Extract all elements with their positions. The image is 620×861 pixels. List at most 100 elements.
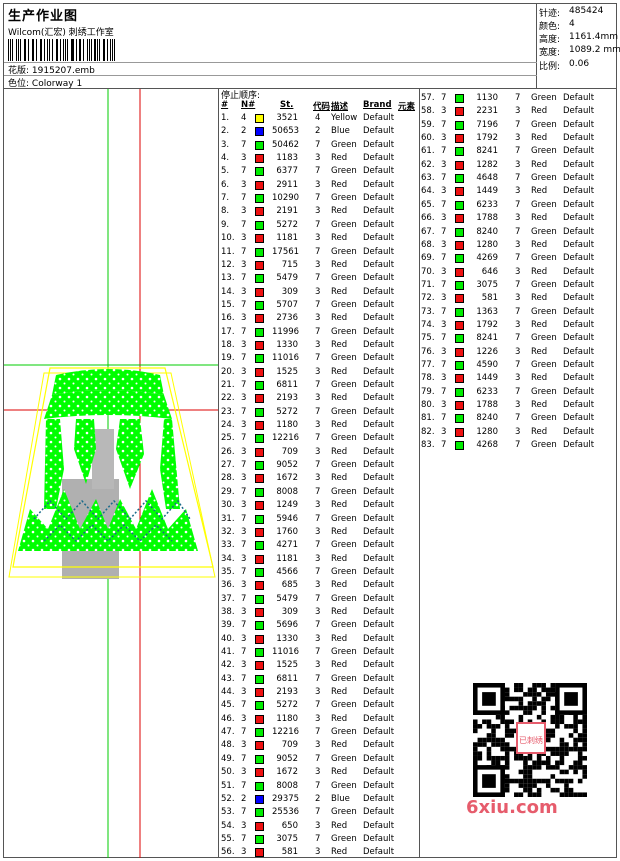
row-brand: Default xyxy=(563,146,595,156)
qr-module xyxy=(545,687,551,693)
row-index: 32. xyxy=(221,527,235,537)
row-stitches: 5479 xyxy=(276,273,298,283)
row-code: 7 xyxy=(315,620,321,630)
qr-module xyxy=(495,714,501,720)
qr-module xyxy=(527,783,533,788)
qr-module xyxy=(573,724,578,729)
row-stitches: 8240 xyxy=(476,413,498,423)
row-needle: 7 xyxy=(441,440,447,450)
row-description: Red xyxy=(331,340,348,350)
row-description: Red xyxy=(531,400,548,410)
row-brand: Default xyxy=(363,634,395,644)
row-needle: 7 xyxy=(441,120,447,130)
row-brand: Default xyxy=(363,380,395,390)
row-brand: Default xyxy=(363,674,395,684)
row-description: Green xyxy=(331,781,357,791)
row-needle: 3 xyxy=(441,240,447,250)
row-code: 3 xyxy=(315,260,321,270)
qr-module xyxy=(555,765,560,770)
row-stitches: 6233 xyxy=(476,387,498,397)
row-index: 19. xyxy=(221,353,235,363)
row-stitches: 3075 xyxy=(276,834,298,844)
qr-module xyxy=(509,778,515,784)
row-code: 3 xyxy=(315,580,321,590)
color-swatch xyxy=(255,167,264,176)
qr-module xyxy=(559,719,565,725)
qr-module xyxy=(523,760,528,766)
row-description: Red xyxy=(531,293,548,303)
row-needle: 7 xyxy=(241,807,247,817)
row-index: 59. xyxy=(421,120,435,130)
row-stitches: 8008 xyxy=(276,487,298,497)
color-swatch xyxy=(255,555,264,564)
row-stitches: 50462 xyxy=(272,140,300,150)
row-brand: Default xyxy=(563,267,595,277)
row-stitches: 5696 xyxy=(276,620,298,630)
row-code: 3 xyxy=(315,847,321,857)
qr-module xyxy=(491,724,496,729)
row-needle: 7 xyxy=(241,140,247,150)
qr-module xyxy=(545,728,551,734)
color-swatch xyxy=(455,374,464,383)
row-description: Green xyxy=(331,620,357,630)
row-brand: Default xyxy=(563,333,595,343)
qr-module xyxy=(573,719,578,725)
qr-module xyxy=(550,692,556,697)
row-stitches: 581 xyxy=(481,293,498,303)
qr-module xyxy=(473,755,478,761)
qr-module xyxy=(527,701,533,706)
row-needle: 7 xyxy=(241,460,247,470)
row-index: 42. xyxy=(221,660,235,670)
color-swatch xyxy=(255,501,264,510)
row-index: 2. xyxy=(221,126,230,136)
color-swatch xyxy=(255,288,264,297)
row-description: Green xyxy=(331,166,357,176)
row-brand: Default xyxy=(363,647,395,657)
qr-module xyxy=(555,714,560,720)
colorway-value: Colorway 1 xyxy=(31,79,83,89)
row-stitches: 1363 xyxy=(476,307,498,317)
row-needle: 3 xyxy=(441,293,447,303)
site-watermark: 6xiu.com xyxy=(466,797,558,818)
row-stitches: 709 xyxy=(281,447,298,457)
row-code: 3 xyxy=(315,340,321,350)
row-index: 66. xyxy=(421,213,435,223)
row-index: 17. xyxy=(221,327,235,337)
color-swatch xyxy=(255,621,264,630)
row-stitches: 5272 xyxy=(276,220,298,230)
row-code: 7 xyxy=(315,247,321,257)
qr-module xyxy=(555,746,560,752)
row-needle: 2 xyxy=(241,126,247,136)
row-needle: 3 xyxy=(441,347,447,357)
qr-module xyxy=(568,778,574,784)
qr-module xyxy=(536,787,542,793)
row-stitches: 2193 xyxy=(276,687,298,697)
qr-module xyxy=(518,705,524,711)
qr-module xyxy=(518,769,524,775)
color-swatch xyxy=(455,228,464,237)
row-index: 69. xyxy=(421,253,435,263)
color-swatch xyxy=(255,301,264,310)
production-worksheet: 生产作业图 Wilcom(汇宏) 刺绣工作室 花版: 1915207.emb 色… xyxy=(3,3,620,858)
qr-module xyxy=(514,705,519,711)
color-swatch xyxy=(255,541,264,550)
row-needle: 3 xyxy=(441,320,447,330)
row-stitches: 3075 xyxy=(476,280,498,290)
qr-module xyxy=(504,687,510,693)
qr-module xyxy=(541,705,546,711)
row-description: Green xyxy=(331,754,357,764)
row-stitches: 2193 xyxy=(276,393,298,403)
row-description: Red xyxy=(331,634,348,644)
qr-module xyxy=(559,769,565,775)
row-index: 28. xyxy=(221,473,235,483)
row-needle: 3 xyxy=(241,767,247,777)
stat-value: 0.06 xyxy=(569,59,590,69)
row-brand: Default xyxy=(363,754,395,764)
row-description: Red xyxy=(531,427,548,437)
row-brand: Default xyxy=(363,687,395,697)
row-description: Green xyxy=(531,146,557,156)
row-description: Green xyxy=(331,727,357,737)
row-stitches: 6377 xyxy=(276,166,298,176)
row-brand: Default xyxy=(363,554,395,564)
qr-module xyxy=(518,687,524,693)
